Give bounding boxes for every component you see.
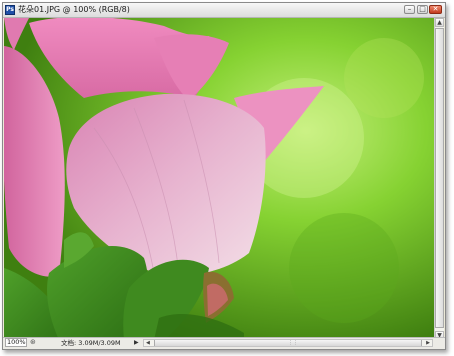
minimize-button[interactable]: – xyxy=(404,5,415,14)
flower-photo xyxy=(4,18,435,340)
zoom-icon[interactable]: ⊛ xyxy=(30,338,39,347)
scroll-up-arrow-icon[interactable]: ▲ xyxy=(435,18,444,27)
grip-icon: ⋮⋮ xyxy=(288,340,298,346)
document-window: Ps 花朵01.JPG @ 100% (RGB/8) – □ ✕ ▲ ▼ 100… xyxy=(2,2,446,350)
photoshop-document-icon: Ps xyxy=(5,5,15,15)
window-title: 花朵01.JPG @ 100% (RGB/8) xyxy=(18,5,130,14)
scroll-left-arrow-icon[interactable]: ◀ xyxy=(146,340,150,346)
close-button[interactable]: ✕ xyxy=(429,5,442,14)
status-bar: 100% ⊛ 文档: 3.09M/3.09M ▶ ◀ ⋮⋮ ▶ xyxy=(3,337,445,349)
status-menu-arrow-icon[interactable]: ▶ xyxy=(134,338,139,348)
image-canvas[interactable] xyxy=(4,18,435,340)
document-size-info: 文档: 3.09M/3.09M xyxy=(61,339,121,347)
title-bar[interactable]: Ps 花朵01.JPG @ 100% (RGB/8) – □ ✕ xyxy=(3,3,445,18)
zoom-level-field[interactable]: 100% xyxy=(5,338,27,347)
horizontal-scroll-thumb[interactable]: ⋮⋮ xyxy=(154,340,422,346)
vertical-scroll-thumb[interactable] xyxy=(435,28,444,328)
vertical-scrollbar[interactable]: ▲ ▼ xyxy=(434,18,444,340)
horizontal-scrollbar[interactable]: ◀ ⋮⋮ ▶ xyxy=(143,339,433,347)
maximize-button[interactable]: □ xyxy=(417,5,428,14)
scroll-right-arrow-icon[interactable]: ▶ xyxy=(426,340,430,346)
